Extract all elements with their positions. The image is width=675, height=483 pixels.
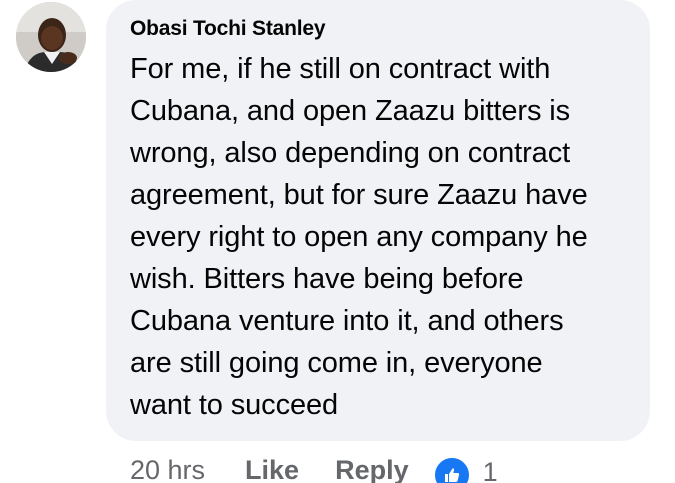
- reaction-count: 1: [482, 457, 498, 483]
- reply-button[interactable]: Reply: [335, 450, 409, 483]
- comment: Obasi Tochi Stanley For me, if he still …: [0, 0, 675, 483]
- profile-photo: [16, 2, 86, 72]
- comment-actions: 20 hrs Like Reply 1: [130, 450, 498, 483]
- thumbs-up-icon: [432, 456, 471, 483]
- avatar[interactable]: [16, 2, 86, 72]
- reaction-summary[interactable]: 1: [432, 450, 498, 483]
- comment-text: For me, if he still on contract with Cub…: [130, 53, 588, 421]
- like-button[interactable]: Like: [245, 450, 299, 483]
- comment-bubble: Obasi Tochi Stanley For me, if he still …: [106, 0, 650, 441]
- comment-author[interactable]: Obasi Tochi Stanley: [130, 16, 630, 42]
- comment-timestamp[interactable]: 20 hrs: [130, 450, 205, 483]
